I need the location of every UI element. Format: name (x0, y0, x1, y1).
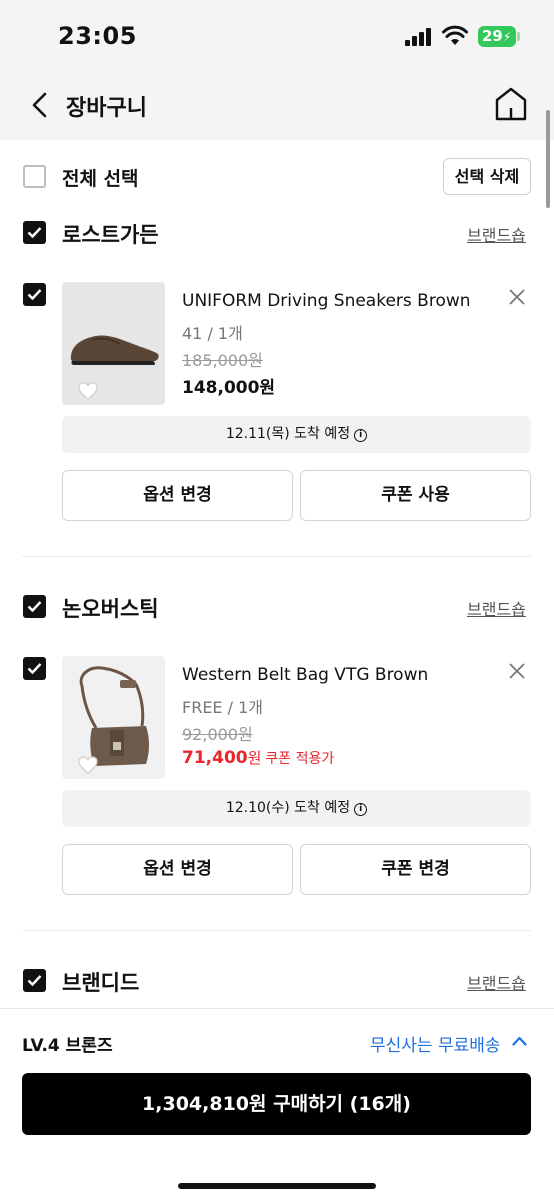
brand-shop-link[interactable]: 브랜드숍 (467, 222, 526, 246)
remove-item-icon[interactable] (507, 661, 527, 681)
item-price: 148,000원 (182, 378, 276, 398)
item-option: FREE / 1개 (182, 698, 264, 717)
brand-shop-link[interactable]: 브랜드숍 (467, 596, 526, 620)
brand-name[interactable]: 브랜디드 (62, 967, 139, 997)
cellular-signal-icon (405, 28, 433, 46)
info-icon[interactable]: i (354, 803, 368, 816)
delivery-text: 12.10(수) 도착 예정 (225, 800, 351, 816)
brand-checkbox[interactable] (23, 969, 46, 992)
item-price-value: 71,400 (182, 748, 248, 768)
home-indicator (178, 1183, 376, 1189)
change-option-button[interactable]: 옵션 변경 (62, 470, 293, 521)
chevron-up-icon[interactable] (512, 1034, 527, 1048)
item-original-price: 185,000원 (182, 351, 263, 370)
delivery-estimate[interactable]: 12.10(수) 도착 예정 i (62, 790, 531, 827)
select-all-checkbox[interactable] (23, 165, 46, 188)
item-original-price: 92,000원 (182, 725, 253, 744)
battery-level: 29 (482, 27, 503, 45)
membership-level: LV.4 브론즈 (22, 1036, 113, 1056)
item-name[interactable]: UNIFORM Driving Sneakers Brown (182, 291, 471, 311)
delivery-text: 12.11(목) 도착 예정 (225, 426, 351, 442)
back-arrow-icon[interactable] (28, 90, 52, 120)
item-option: 41 / 1개 (182, 324, 243, 343)
brand-checkbox[interactable] (23, 221, 46, 244)
wifi-icon (442, 25, 468, 45)
page-title: 장바구니 (66, 96, 147, 121)
section-divider (22, 556, 531, 557)
free-shipping-toggle[interactable]: 무신사는 무료배송 (370, 1031, 501, 1056)
use-coupon-button[interactable]: 쿠폰 사용 (300, 470, 531, 521)
item-price: 71,400원 쿠폰 적용가 (182, 747, 334, 768)
brand-name[interactable]: 로스트가든 (62, 219, 159, 249)
wishlist-heart-icon[interactable] (78, 756, 98, 774)
status-bar: 23:05 29⚡ (0, 0, 554, 72)
brand-shop-link[interactable]: 브랜드숍 (467, 970, 526, 994)
delivery-estimate[interactable]: 12.11(목) 도착 예정 i (62, 416, 531, 453)
purchase-button[interactable]: 1,304,810원 구매하기 (16개) (22, 1073, 531, 1135)
remove-item-icon[interactable] (507, 287, 527, 307)
coupon-applied-label: 쿠폰 적용가 (265, 751, 335, 767)
section-divider (22, 930, 531, 931)
delete-selected-button[interactable]: 선택 삭제 (443, 158, 531, 195)
home-icon[interactable] (494, 86, 528, 122)
battery-tip (517, 32, 520, 41)
item-checkbox[interactable] (23, 283, 46, 306)
scrollbar[interactable] (546, 110, 550, 208)
item-checkbox[interactable] (23, 657, 46, 680)
status-time: 23:05 (58, 22, 137, 50)
info-icon[interactable]: i (354, 429, 368, 442)
change-option-button[interactable]: 옵션 변경 (62, 844, 293, 895)
wishlist-heart-icon[interactable] (78, 382, 98, 400)
brand-checkbox[interactable] (23, 595, 46, 618)
battery-icon: 29⚡ (478, 26, 516, 47)
change-coupon-button[interactable]: 쿠폰 변경 (300, 844, 531, 895)
item-price-unit: 원 (247, 749, 262, 767)
select-all-label: 전체 선택 (62, 168, 139, 190)
item-name[interactable]: Western Belt Bag VTG Brown (182, 665, 428, 685)
nav-header: 장바구니 (0, 72, 554, 140)
brand-name[interactable]: 논오버스틱 (62, 593, 159, 623)
checkout-bar: LV.4 브론즈 무신사는 무료배송 1,304,810원 구매하기 (16개) (0, 1008, 554, 1200)
